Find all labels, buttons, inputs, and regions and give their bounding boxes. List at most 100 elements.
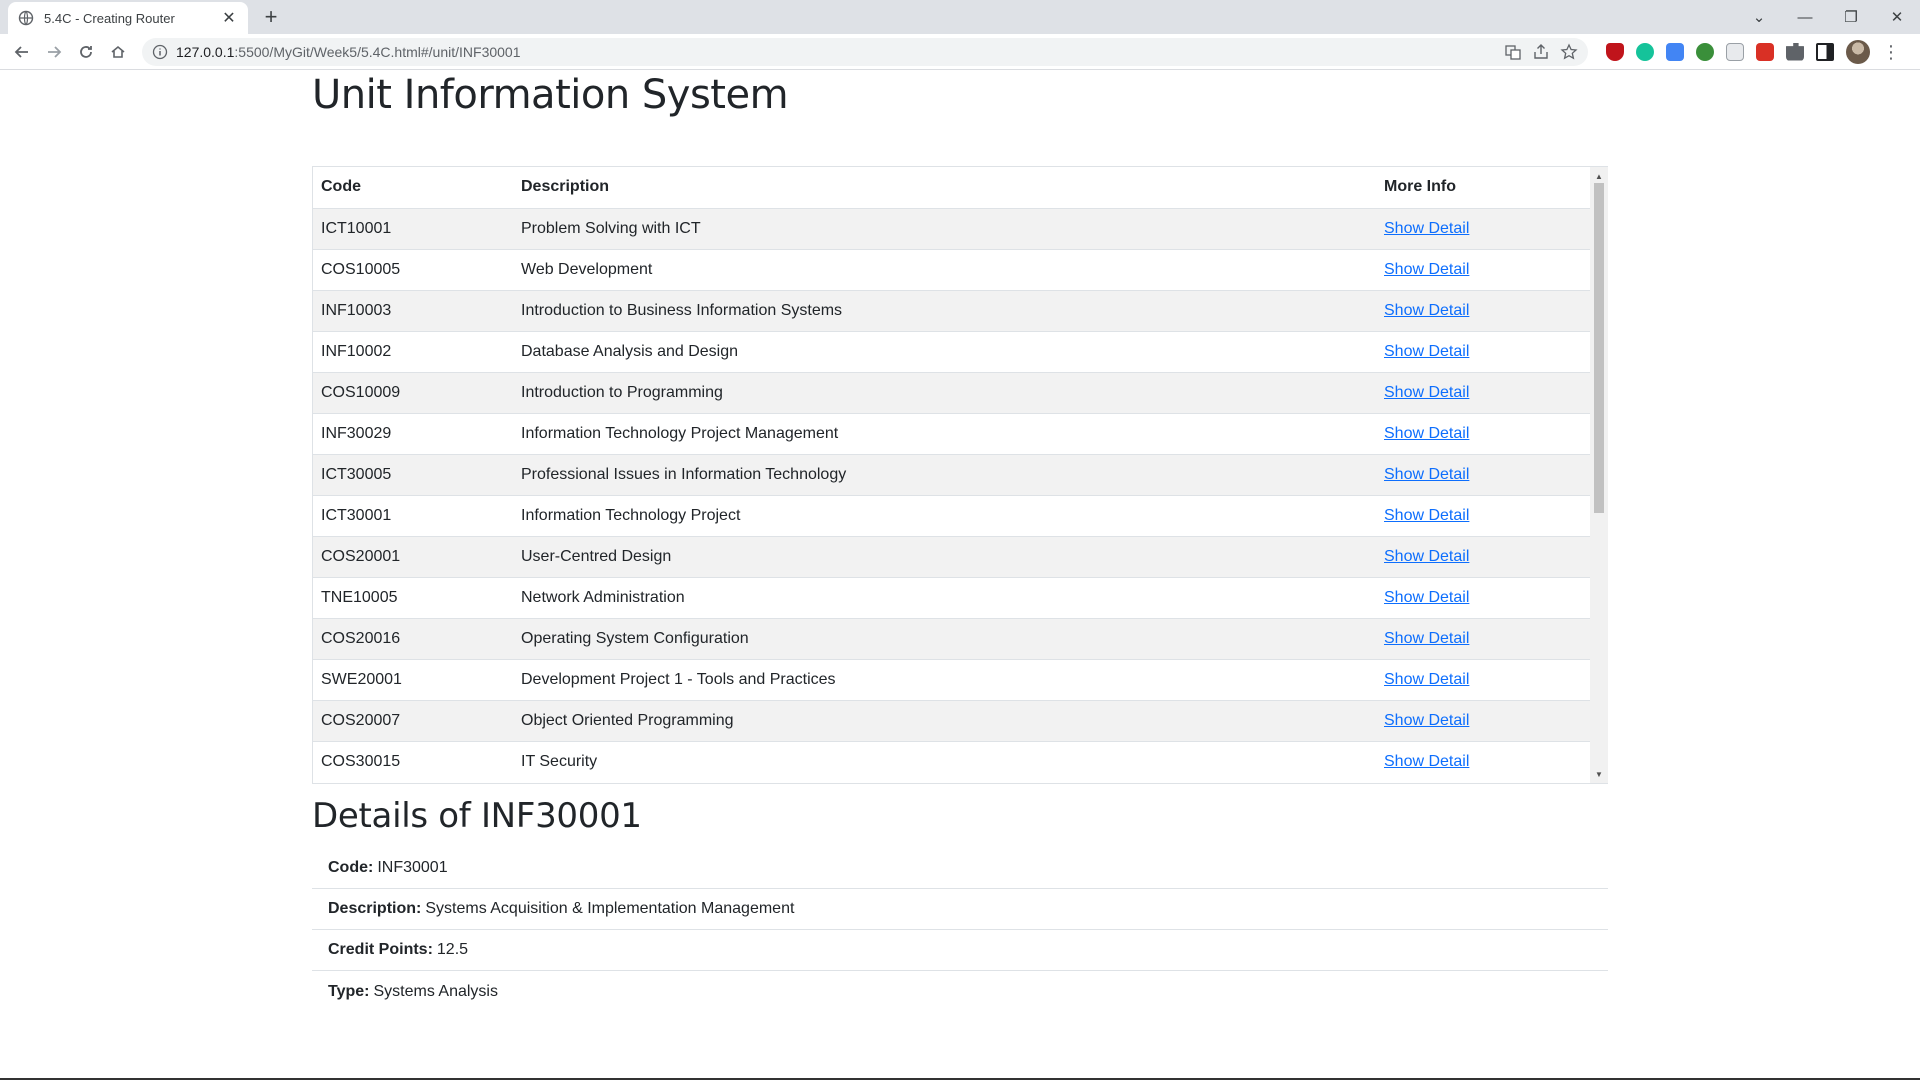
table-row: COS20016 Operating System Configuration Sh…: [313, 617, 1590, 659]
show-detail-link[interactable]: Show Detail: [1384, 302, 1469, 319]
more-info-cell: Show Detail: [1376, 453, 1590, 495]
unit-code-cell: ICT30001: [313, 494, 513, 536]
table-row: COS30015 IT Security Show Detail: [313, 740, 1590, 782]
table-row: ICT30005 Professional Issues in Informati…: [313, 453, 1590, 495]
grammarly-icon[interactable]: [1636, 42, 1654, 61]
more-info-cell: Show Detail: [1376, 494, 1590, 536]
more-info-cell: Show Detail: [1376, 699, 1590, 741]
unit-description-cell: Database Analysis and Design: [513, 330, 1376, 372]
unit-code-cell: COS10009: [313, 371, 513, 413]
table-row: ICT10001 Problem Solving with ICT Show Det…: [313, 207, 1590, 249]
video-speed-icon[interactable]: [1756, 42, 1774, 61]
more-info-cell: Show Detail: [1376, 535, 1590, 577]
table-row: INF10003 Introduction to Business Informa…: [313, 289, 1590, 331]
more-info-cell: Show Detail: [1376, 371, 1590, 413]
unit-code-cell: SWE20001: [313, 658, 513, 700]
reader-icon[interactable]: [1726, 42, 1744, 61]
unit-code-cell: INF10002: [313, 330, 513, 372]
show-detail-link[interactable]: Show Detail: [1384, 384, 1469, 401]
detail-description-label: Description:: [328, 900, 422, 917]
new-tab-button[interactable]: +: [260, 4, 282, 29]
detail-description: Description: Systems Acquisition & Imple…: [312, 889, 1608, 930]
show-detail-link[interactable]: Show Detail: [1384, 630, 1469, 647]
more-info-cell: Show Detail: [1376, 740, 1590, 782]
url-text: 127.0.0.1:5500/MyGit/Week5/5.4C.html#/un…: [176, 43, 521, 60]
show-detail-link[interactable]: Show Detail: [1384, 671, 1469, 688]
bookmark-star-icon[interactable]: [1560, 42, 1578, 61]
detail-description-value: Systems Acquisition & Implementation Man…: [425, 900, 795, 917]
address-bar[interactable]: 127.0.0.1:5500/MyGit/Week5/5.4C.html#/un…: [142, 37, 1588, 66]
restore-icon[interactable]: ❐: [1828, 0, 1874, 34]
ublock-icon[interactable]: [1606, 42, 1624, 61]
show-detail-link[interactable]: Show Detail: [1384, 712, 1469, 729]
scroll-down-icon[interactable]: ▼: [1590, 767, 1608, 781]
table-row: SWE20001 Development Project 1 - Tools an…: [313, 658, 1590, 700]
table-header-row: Code Description More Info: [313, 167, 1590, 209]
table-scrollbar[interactable]: ▲ ▼: [1590, 167, 1608, 783]
scroll-up-icon[interactable]: ▲: [1590, 169, 1608, 183]
table-row: ICT30001 Information Technology Project Sh…: [313, 494, 1590, 536]
window-controls: ⌄ — ❐ ✕: [1736, 0, 1920, 34]
details-list: Code: INF30001 Description: Systems Acqu…: [312, 848, 1608, 1012]
detail-code-label: Code:: [328, 859, 374, 876]
profile-avatar[interactable]: [1846, 39, 1870, 64]
detail-credit-value: 12.5: [436, 941, 469, 958]
table-row: INF10002 Database Analysis and Design Show…: [313, 330, 1590, 372]
table-row: COS20007 Object Oriented Programming Show …: [313, 699, 1590, 741]
header-code: Code: [313, 167, 513, 209]
translate-icon[interactable]: [1504, 43, 1522, 61]
extension-leaf-icon[interactable]: [1696, 42, 1714, 61]
detail-type-label: Type:: [328, 982, 370, 1000]
browser-tab[interactable]: 5.4C - Creating Router ✕: [8, 2, 248, 34]
unit-description-cell: Introduction to Programming: [513, 371, 1376, 413]
show-detail-link[interactable]: Show Detail: [1384, 753, 1469, 770]
show-detail-link[interactable]: Show Detail: [1384, 466, 1469, 483]
unit-code-cell: INF30029: [313, 412, 513, 454]
show-detail-link[interactable]: Show Detail: [1384, 507, 1469, 524]
table-row: COS20001 User-Centred Design Show Detail: [313, 535, 1590, 577]
units-table: Code Description More Info ICT10001 Probl…: [313, 167, 1590, 782]
puzzle-icon[interactable]: [1786, 42, 1804, 61]
home-icon[interactable]: [102, 36, 134, 68]
more-info-cell: Show Detail: [1376, 289, 1590, 331]
close-window-icon[interactable]: ✕: [1874, 0, 1920, 34]
show-detail-link[interactable]: Show Detail: [1384, 589, 1469, 606]
browser-toolbar: 127.0.0.1:5500/MyGit/Week5/5.4C.html#/un…: [0, 34, 1920, 70]
more-info-cell: Show Detail: [1376, 658, 1590, 700]
show-detail-link[interactable]: Show Detail: [1384, 548, 1469, 565]
show-detail-link[interactable]: Show Detail: [1384, 343, 1469, 360]
unit-description-cell: Network Administration: [513, 576, 1376, 618]
header-description: Description: [513, 167, 1376, 209]
table-row: INF30029 Information Technology Project M…: [313, 412, 1590, 454]
forward-icon[interactable]: [38, 36, 70, 68]
show-detail-link[interactable]: Show Detail: [1384, 220, 1469, 237]
unit-description-cell: Problem Solving with ICT: [513, 207, 1376, 249]
show-detail-link[interactable]: Show Detail: [1384, 261, 1469, 278]
close-tab-icon[interactable]: ✕: [220, 9, 238, 27]
unit-code-cell: INF10003: [313, 289, 513, 331]
units-table-container: Code Description More Info ICT10001 Probl…: [312, 166, 1608, 784]
unit-code-cell: ICT30005: [313, 453, 513, 495]
google-translate-icon[interactable]: [1666, 42, 1684, 61]
show-detail-link[interactable]: Show Detail: [1384, 425, 1469, 442]
side-panel-icon[interactable]: [1816, 42, 1834, 61]
share-icon[interactable]: [1532, 43, 1550, 61]
menu-icon[interactable]: ⋮: [1882, 43, 1900, 61]
globe-icon: [18, 10, 34, 26]
more-info-cell: Show Detail: [1376, 330, 1590, 372]
unit-code-cell: COS20016: [313, 617, 513, 659]
scrollbar-thumb[interactable]: [1594, 183, 1604, 513]
detail-credit-points: Credit Points: 12.5: [312, 930, 1608, 971]
table-row: COS10005 Web Development Show Detail: [313, 248, 1590, 290]
minimize-icon[interactable]: —: [1782, 0, 1828, 34]
details-title: Details of INF30001: [312, 796, 642, 836]
detail-code: Code: INF30001: [312, 848, 1608, 889]
unit-code-cell: COS20001: [313, 535, 513, 577]
tab-title: 5.4C - Creating Router: [44, 10, 175, 26]
reload-icon[interactable]: [70, 36, 102, 68]
tab-search-icon[interactable]: ⌄: [1736, 0, 1782, 34]
more-info-cell: Show Detail: [1376, 412, 1590, 454]
unit-description-cell: Professional Issues in Information Techn…: [513, 453, 1376, 495]
back-icon[interactable]: [6, 36, 38, 68]
site-info-icon[interactable]: [152, 44, 168, 60]
